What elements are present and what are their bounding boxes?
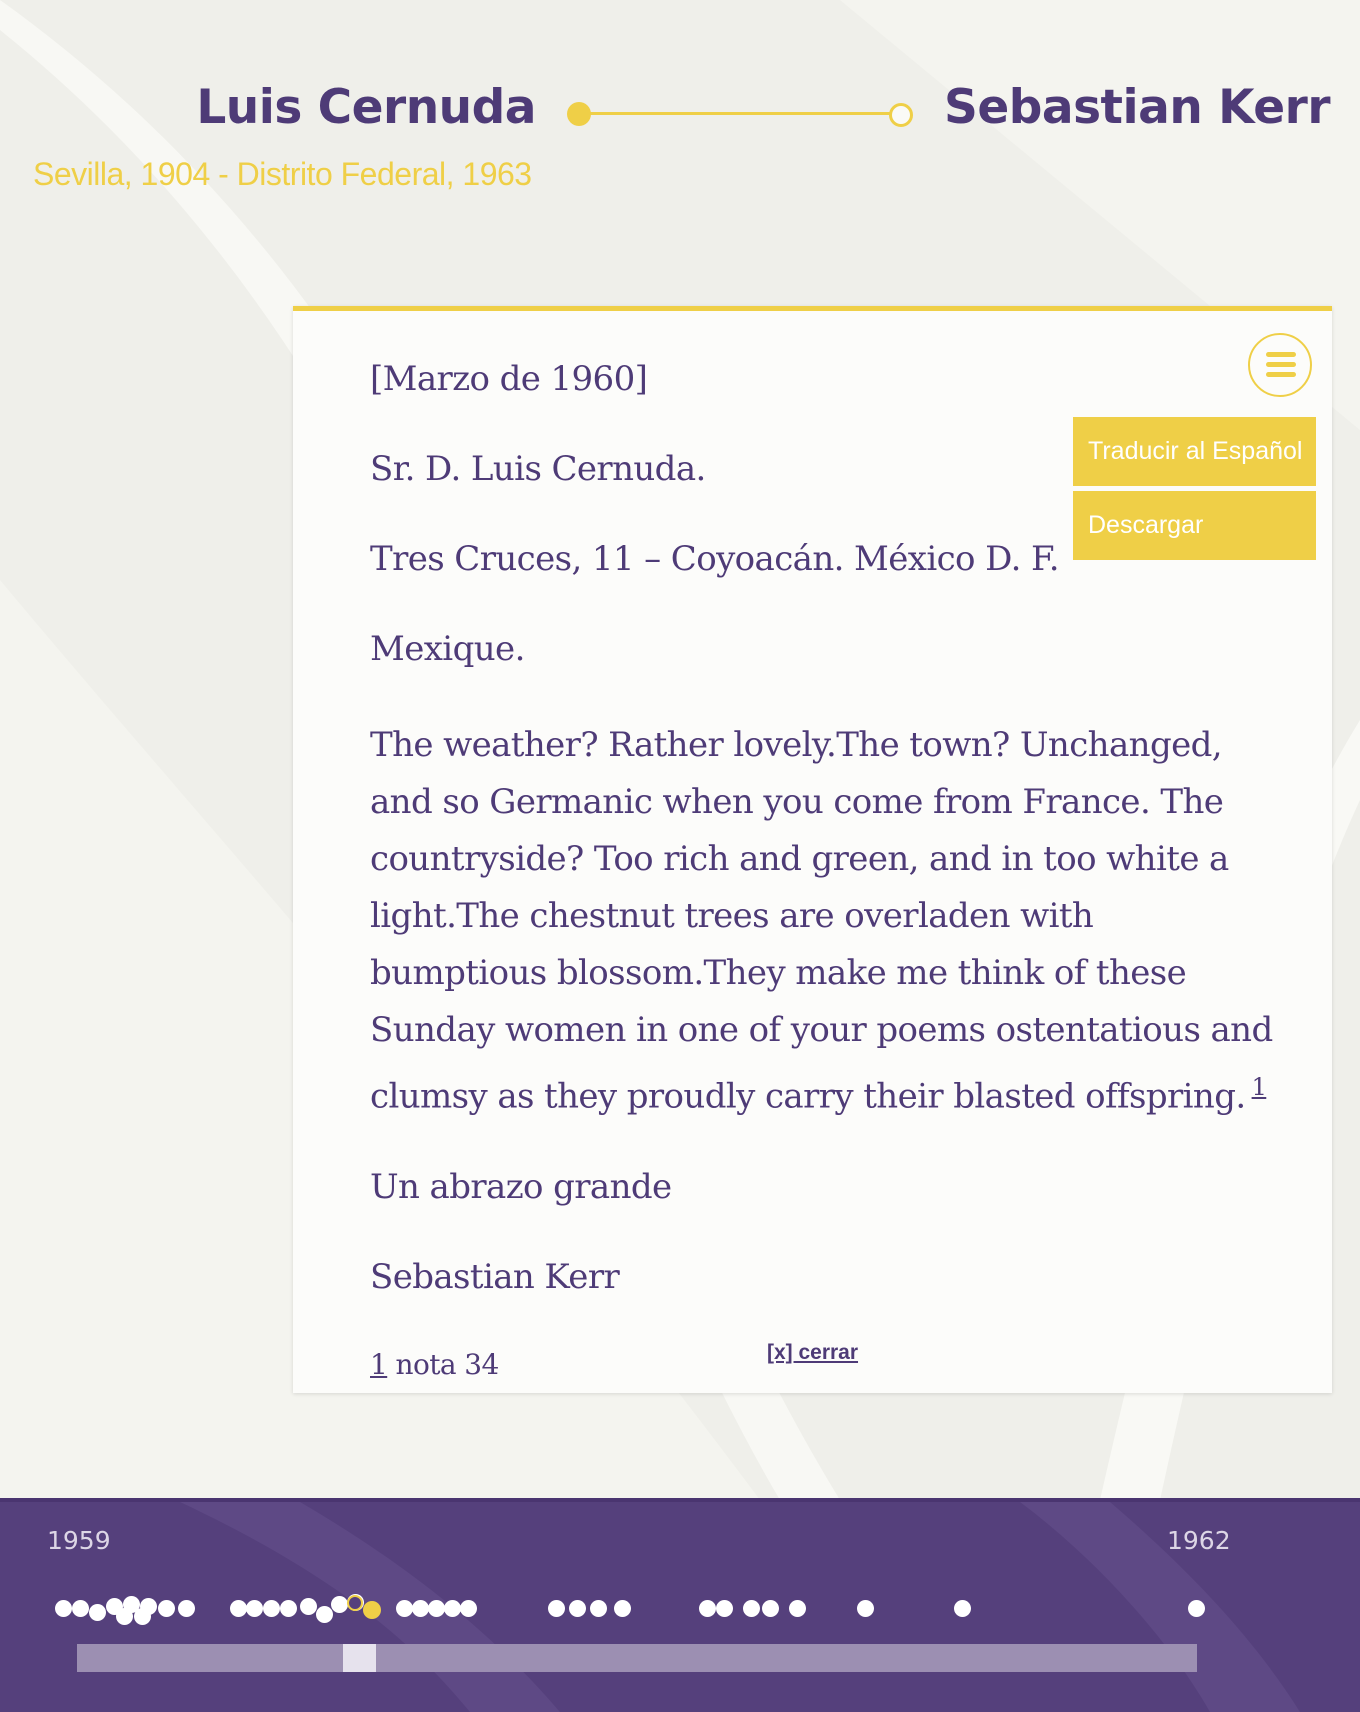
timeline-letter-dot[interactable] <box>613 1599 631 1617</box>
timeline-letter-dot[interactable] <box>71 1599 89 1617</box>
letter-closing: Un abrazo grande <box>370 1167 672 1208</box>
correspondent-name: Sebastian Kerr <box>944 80 1331 135</box>
timeline-letter-dot[interactable] <box>330 1595 348 1613</box>
timeline-letter-dot[interactable] <box>54 1599 72 1617</box>
letter-signature: Sebastian Kerr <box>370 1257 620 1298</box>
timeline-letter-dot[interactable] <box>589 1599 607 1617</box>
timeline-letter-dot[interactable] <box>315 1605 333 1623</box>
author-name: Luis Cernuda <box>196 80 536 135</box>
timeline-letter-dot[interactable] <box>133 1607 151 1625</box>
timeline-letter-dot[interactable] <box>698 1599 716 1617</box>
connector-line <box>579 112 901 115</box>
timeline-bar: 1959 1962 <box>0 1498 1360 1712</box>
timeline-letter-dot[interactable] <box>411 1599 429 1617</box>
timeline-letter-dot[interactable] <box>88 1603 106 1621</box>
timeline-scrollbar[interactable] <box>77 1644 1197 1672</box>
download-button[interactable]: Descargar <box>1073 491 1316 560</box>
timeline-letter-dot[interactable] <box>245 1599 263 1617</box>
timeline-letter-dot[interactable] <box>788 1599 806 1617</box>
letter-menu-button[interactable] <box>1248 333 1312 397</box>
timeline-letter-dot[interactable] <box>157 1599 175 1617</box>
timeline-letter-dot[interactable] <box>395 1599 413 1617</box>
timeline-letter-dot[interactable] <box>742 1599 760 1617</box>
timeline-scrollbar-thumb[interactable] <box>343 1644 376 1672</box>
timeline-letter-dot[interactable] <box>761 1599 779 1617</box>
timeline-letter-dot[interactable] <box>953 1599 971 1617</box>
timeline-letter-dots <box>0 1502 1360 1712</box>
letter-menu-dropdown: Traducir al Español Descargar <box>1073 417 1316 565</box>
timeline-selected-letter-dot[interactable] <box>363 1601 381 1619</box>
letter-body-paragraph: The weather? Rather lovely.The town? Unc… <box>370 717 1280 1125</box>
connector-end-dot <box>889 103 913 127</box>
timeline-letter-dot[interactable] <box>459 1599 477 1617</box>
timeline-letter-dot[interactable] <box>715 1599 733 1617</box>
timeline-letter-dot[interactable] <box>568 1599 586 1617</box>
timeline-letter-dot[interactable] <box>177 1599 195 1617</box>
letter-body-text: The weather? Rather lovely.The town? Unc… <box>370 725 1273 1117</box>
timeline-hover-letter-dot[interactable] <box>347 1595 363 1611</box>
connector-start-dot <box>567 102 591 126</box>
close-letter-link[interactable]: [x] cerrar <box>293 1341 1332 1365</box>
letter-date: [Marzo de 1960] <box>370 359 648 399</box>
timeline-letter-dot[interactable] <box>856 1599 874 1617</box>
timeline-letter-dot[interactable] <box>443 1599 461 1617</box>
letter-country: Mexique. <box>370 629 525 669</box>
footnote-reference-link[interactable]: 1 <box>1252 1073 1267 1101</box>
timeline-letter-dot[interactable] <box>115 1607 133 1625</box>
translate-spanish-button[interactable]: Traducir al Español <box>1073 417 1316 486</box>
author-dates: Sevilla, 1904 - Distrito Federal, 1963 <box>33 156 532 192</box>
timeline-letter-dot[interactable] <box>262 1599 280 1617</box>
timeline-letter-dot[interactable] <box>427 1599 445 1617</box>
timeline-letter-dot[interactable] <box>229 1599 247 1617</box>
timeline-letter-dot[interactable] <box>1187 1599 1205 1617</box>
correspondence-connector <box>565 100 915 128</box>
timeline-letter-dot[interactable] <box>279 1599 297 1617</box>
timeline-letter-dot[interactable] <box>547 1599 565 1617</box>
timeline-letter-dot[interactable] <box>299 1597 317 1615</box>
letter-card: [Marzo de 1960] Sr. D. Luis Cernuda. Tre… <box>293 306 1332 1393</box>
